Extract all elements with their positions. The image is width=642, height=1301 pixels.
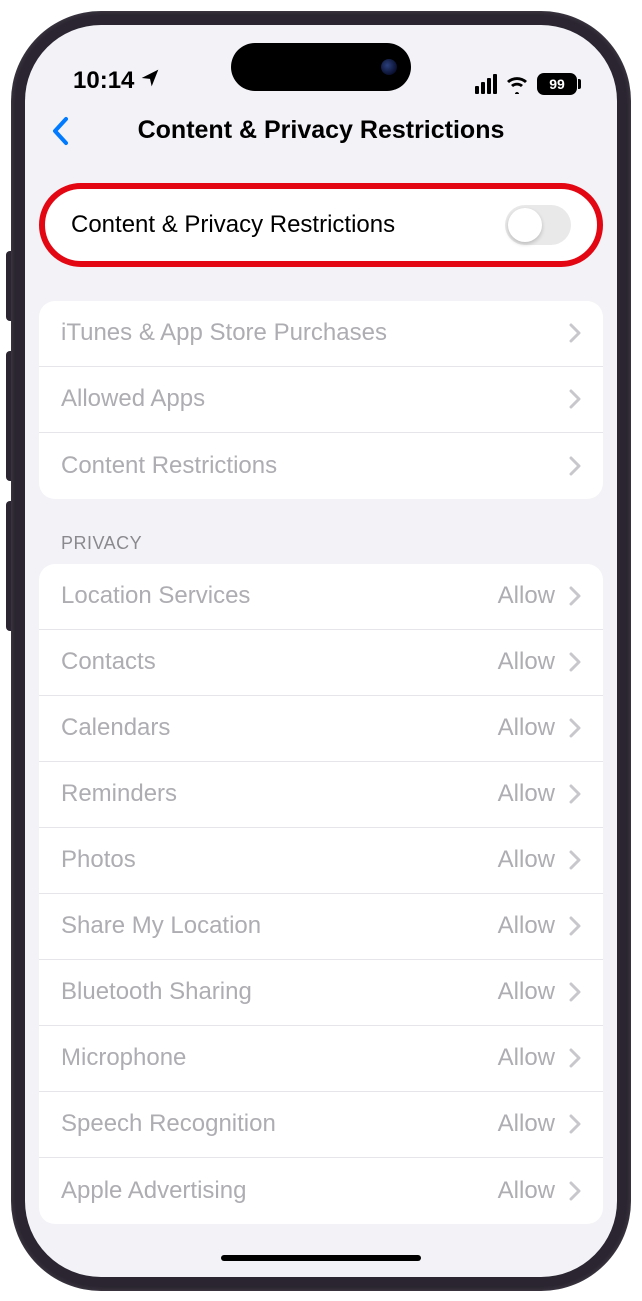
row-speech-recognition[interactable]: Speech Recognition Allow — [39, 1092, 603, 1158]
row-value: Allow — [498, 846, 555, 874]
chevron-right-icon — [569, 1181, 581, 1201]
row-right: Allow — [498, 912, 581, 940]
row-value: Allow — [498, 1044, 555, 1072]
row-apple-advertising[interactable]: Apple Advertising Allow — [39, 1158, 603, 1224]
row-allowed-apps[interactable]: Allowed Apps — [39, 367, 603, 433]
wifi-icon — [505, 74, 529, 94]
row-right: Allow — [498, 978, 581, 1006]
row-label: Photos — [61, 846, 136, 874]
row-contacts[interactable]: Contacts Allow — [39, 630, 603, 696]
row-right: Allow — [498, 1110, 581, 1138]
row-label: Bluetooth Sharing — [61, 978, 252, 1006]
chevron-right-icon — [569, 718, 581, 738]
row-value: Allow — [498, 714, 555, 742]
section-header-privacy: PRIVACY — [39, 533, 603, 564]
phone-frame: 10:14 99 Content & Priva — [11, 11, 631, 1291]
home-indicator[interactable] — [221, 1255, 421, 1261]
toggle-label: Content & Privacy Restrictions — [71, 211, 395, 239]
row-label: Reminders — [61, 780, 177, 808]
chevron-right-icon — [569, 982, 581, 1002]
row-value: Allow — [498, 1177, 555, 1205]
dynamic-island — [231, 43, 411, 91]
chevron-right-icon — [569, 784, 581, 804]
content-privacy-toggle-row[interactable]: Content & Privacy Restrictions — [71, 189, 571, 261]
row-share-my-location[interactable]: Share My Location Allow — [39, 894, 603, 960]
row-label: Location Services — [61, 582, 250, 610]
screen: 10:14 99 Content & Priva — [25, 25, 617, 1277]
row-label: iTunes & App Store Purchases — [61, 319, 387, 347]
row-label: Share My Location — [61, 912, 261, 940]
row-label: Speech Recognition — [61, 1110, 276, 1138]
row-value: Allow — [498, 978, 555, 1006]
row-label: Content Restrictions — [61, 452, 277, 480]
row-value: Allow — [498, 912, 555, 940]
camera-dot — [381, 59, 397, 75]
chevron-right-icon — [569, 456, 581, 476]
row-content-restrictions[interactable]: Content Restrictions — [39, 433, 603, 499]
nav-bar: Content & Privacy Restrictions — [25, 103, 617, 159]
row-value: Allow — [498, 648, 555, 676]
chevron-right-icon — [569, 389, 581, 409]
row-value: Allow — [498, 780, 555, 808]
row-calendars[interactable]: Calendars Allow — [39, 696, 603, 762]
row-photos[interactable]: Photos Allow — [39, 828, 603, 894]
highlighted-toggle-section: Content & Privacy Restrictions — [39, 183, 603, 267]
toggle-switch[interactable] — [505, 205, 571, 245]
chevron-right-icon — [569, 1114, 581, 1134]
row-right: Allow — [498, 648, 581, 676]
status-right: 99 — [475, 73, 577, 95]
status-left: 10:14 — [73, 67, 160, 95]
row-right — [569, 389, 581, 409]
back-button[interactable] — [49, 114, 71, 148]
row-right: Allow — [498, 1044, 581, 1072]
chevron-right-icon — [569, 850, 581, 870]
toggle-knob — [508, 208, 542, 242]
row-right: Allow — [498, 846, 581, 874]
content-area: Content & Privacy Restrictions iTunes & … — [25, 183, 617, 1224]
page-title: Content & Privacy Restrictions — [41, 116, 601, 145]
section-privacy: Location Services Allow Contacts Allow C… — [39, 564, 603, 1224]
row-microphone[interactable]: Microphone Allow — [39, 1026, 603, 1092]
section-purchases: iTunes & App Store Purchases Allowed App… — [39, 301, 603, 499]
row-location-services[interactable]: Location Services Allow — [39, 564, 603, 630]
status-time: 10:14 — [73, 67, 134, 95]
row-value: Allow — [498, 582, 555, 610]
chevron-right-icon — [569, 916, 581, 936]
row-itunes-purchases[interactable]: iTunes & App Store Purchases — [39, 301, 603, 367]
battery-level: 99 — [549, 76, 565, 92]
row-label: Microphone — [61, 1044, 186, 1072]
row-right: Allow — [498, 1177, 581, 1205]
row-right — [569, 456, 581, 476]
row-right: Allow — [498, 714, 581, 742]
row-label: Calendars — [61, 714, 170, 742]
chevron-right-icon — [569, 586, 581, 606]
row-bluetooth-sharing[interactable]: Bluetooth Sharing Allow — [39, 960, 603, 1026]
signal-icon — [475, 74, 497, 94]
row-right: Allow — [498, 780, 581, 808]
chevron-right-icon — [569, 323, 581, 343]
row-right: Allow — [498, 582, 581, 610]
chevron-right-icon — [569, 1048, 581, 1068]
battery-icon: 99 — [537, 73, 577, 95]
location-arrow-icon — [140, 68, 160, 94]
row-label: Allowed Apps — [61, 385, 205, 413]
row-value: Allow — [498, 1110, 555, 1138]
row-label: Contacts — [61, 648, 156, 676]
row-right — [569, 323, 581, 343]
chevron-right-icon — [569, 652, 581, 672]
row-reminders[interactable]: Reminders Allow — [39, 762, 603, 828]
row-label: Apple Advertising — [61, 1177, 246, 1205]
